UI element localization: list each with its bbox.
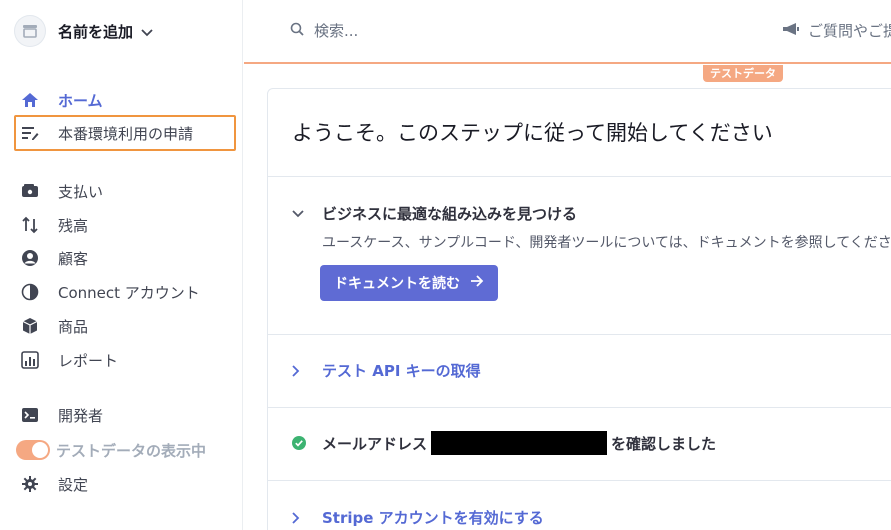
section-description: ユースケース、サンプルコード、開発者ツールについては、ドキュメントを参照してくだ… xyxy=(322,235,891,251)
sidebar-item-developers[interactable]: 開発者 xyxy=(20,403,103,427)
test-data-toggle-label: テストデータの表示中 xyxy=(56,441,207,460)
read-docs-button[interactable]: ドキュメントを読む xyxy=(320,265,498,301)
section-title: ビジネスに最適な組み込みを見つける xyxy=(322,205,578,223)
help-button[interactable]: ご質問やご提 xyxy=(782,20,891,41)
sidebar-item-home[interactable]: ホーム xyxy=(20,88,103,112)
sidebar-item-label: 開発者 xyxy=(58,406,104,425)
account-name: 名前を追加 xyxy=(58,22,134,41)
wallet-icon xyxy=(20,181,40,201)
chevron-down-icon xyxy=(141,22,153,41)
megaphone-icon xyxy=(782,22,800,40)
sidebar-item-reports[interactable]: レポート xyxy=(20,348,118,372)
search-icon xyxy=(290,22,304,40)
sidebar-item-customers[interactable]: 顧客 xyxy=(20,246,88,270)
read-docs-label: ドキュメントを読む xyxy=(334,276,460,292)
section-email-verified: メールアドレス を確認しました xyxy=(292,431,716,455)
sidebar: 名前を追加 ホーム 本番環境利用の申請 支払い 残高 顧客 Connect アカ… xyxy=(0,0,243,530)
report-bars-icon xyxy=(20,350,40,370)
section-integration-header[interactable]: ビジネスに最適な組み込みを見つける xyxy=(292,203,577,224)
top-header: 検索... ご質問やご提 xyxy=(244,0,891,64)
sidebar-item-label: 商品 xyxy=(58,317,89,336)
person-icon xyxy=(20,248,40,268)
gear-icon xyxy=(20,474,40,494)
sidebar-item-payments[interactable]: 支払い xyxy=(20,179,103,203)
search-input[interactable]: 検索... xyxy=(290,20,358,41)
chevron-down-icon xyxy=(292,209,308,218)
sidebar-item-balance[interactable]: 残高 xyxy=(20,213,88,237)
sidebar-item-label: 設定 xyxy=(58,475,89,494)
sidebar-item-label: ホーム xyxy=(58,91,103,110)
sidebar-item-products[interactable]: 商品 xyxy=(20,314,88,338)
section-title-prefix: メールアドレス xyxy=(322,434,428,453)
transfer-arrows-icon xyxy=(20,215,40,235)
sidebar-item-label: 顧客 xyxy=(58,249,89,268)
connect-globe-icon xyxy=(20,282,40,302)
box-icon xyxy=(20,316,40,336)
section-api-keys[interactable]: テスト API キーの取得 xyxy=(292,360,481,381)
section-activate-account[interactable]: Stripe アカウントを有効にする xyxy=(292,507,544,528)
sidebar-item-production-request[interactable]: 本番環境利用の申請 xyxy=(20,121,193,145)
divider xyxy=(268,334,891,335)
terminal-icon xyxy=(20,405,40,425)
test-data-toggle[interactable] xyxy=(16,440,50,460)
home-icon xyxy=(20,90,40,110)
sidebar-item-label: Connect アカウント xyxy=(58,283,200,302)
onboarding-card: ようこそ。このステップに従って開始してください ビジネスに最適な組み込みを見つけ… xyxy=(267,88,891,530)
arrow-right-icon xyxy=(470,275,484,291)
divider xyxy=(268,176,891,177)
section-title: Stripe アカウントを有効にする xyxy=(322,509,544,527)
sidebar-item-connect[interactable]: Connect アカウント xyxy=(20,280,200,304)
page-title: ようこそ。このステップに従って開始してください xyxy=(292,121,773,145)
store-icon xyxy=(14,15,46,47)
divider xyxy=(268,480,891,481)
redacted-email xyxy=(431,431,608,455)
sidebar-item-label: 支払い xyxy=(58,182,104,201)
section-title: テスト API キーの取得 xyxy=(322,362,481,380)
section-title-suffix: を確認しました xyxy=(611,434,717,453)
divider xyxy=(268,407,891,408)
chevron-right-icon xyxy=(292,511,308,524)
sidebar-item-settings[interactable]: 設定 xyxy=(20,472,88,496)
test-data-badge: テストデータ xyxy=(703,65,783,82)
search-placeholder: 検索... xyxy=(314,22,359,40)
chevron-right-icon xyxy=(292,364,308,377)
account-switcher[interactable]: 名前を追加 xyxy=(14,14,153,48)
sidebar-item-label: レポート xyxy=(58,351,119,370)
test-data-toggle-row[interactable]: テストデータの表示中 xyxy=(16,438,206,462)
help-label: ご質問やご提 xyxy=(808,22,891,40)
sidebar-item-label: 残高 xyxy=(58,216,89,235)
edit-list-icon xyxy=(20,123,40,143)
check-circle-icon xyxy=(292,436,308,450)
sidebar-item-label: 本番環境利用の申請 xyxy=(58,124,194,143)
